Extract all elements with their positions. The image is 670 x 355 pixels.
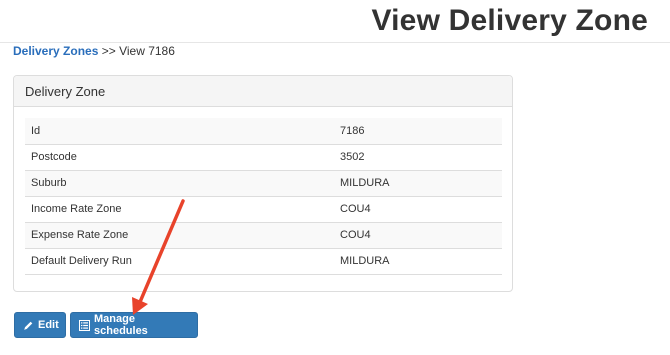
table-row: Expense Rate Zone COU4 — [25, 221, 502, 248]
row-label: Expense Rate Zone — [25, 221, 334, 248]
page-header: View Delivery Zone — [0, 0, 670, 43]
row-label: Suburb — [25, 169, 334, 196]
edit-button-label: Edit — [38, 319, 59, 331]
row-label: Postcode — [25, 143, 334, 170]
panel-heading: Delivery Zone — [14, 76, 512, 107]
row-value: MILDURA — [334, 169, 502, 196]
delivery-zone-panel: Delivery Zone Id 7186 Postcode 3502 Subu… — [13, 75, 513, 292]
table-row: Id 7186 — [25, 118, 502, 144]
manage-schedules-button[interactable]: Manage schedules — [70, 312, 198, 338]
pencil-icon — [23, 320, 34, 331]
row-label: Income Rate Zone — [25, 195, 334, 222]
row-value: COU4 — [334, 221, 502, 248]
list-icon — [79, 319, 90, 331]
details-table: Id 7186 Postcode 3502 Suburb MILDURA Inc… — [25, 118, 502, 275]
row-value: COU4 — [334, 195, 502, 222]
table-row: Suburb MILDURA — [25, 169, 502, 196]
table-row: Default Delivery Run MILDURA — [25, 247, 502, 275]
breadcrumb: Delivery Zones >> View 7186 — [13, 44, 175, 58]
breadcrumb-separator: >> — [101, 44, 116, 58]
row-label: Default Delivery Run — [25, 247, 334, 275]
row-value: 3502 — [334, 143, 502, 170]
table-row: Postcode 3502 — [25, 143, 502, 170]
edit-button[interactable]: Edit — [14, 312, 66, 338]
breadcrumb-current: View 7186 — [119, 44, 175, 58]
row-value: 7186 — [334, 118, 502, 144]
row-value: MILDURA — [334, 247, 502, 275]
breadcrumb-link-delivery-zones[interactable]: Delivery Zones — [13, 44, 98, 58]
row-label: Id — [25, 118, 334, 144]
manage-schedules-label: Manage schedules — [94, 313, 148, 337]
page-title: View Delivery Zone — [371, 4, 648, 37]
table-row: Income Rate Zone COU4 — [25, 195, 502, 222]
